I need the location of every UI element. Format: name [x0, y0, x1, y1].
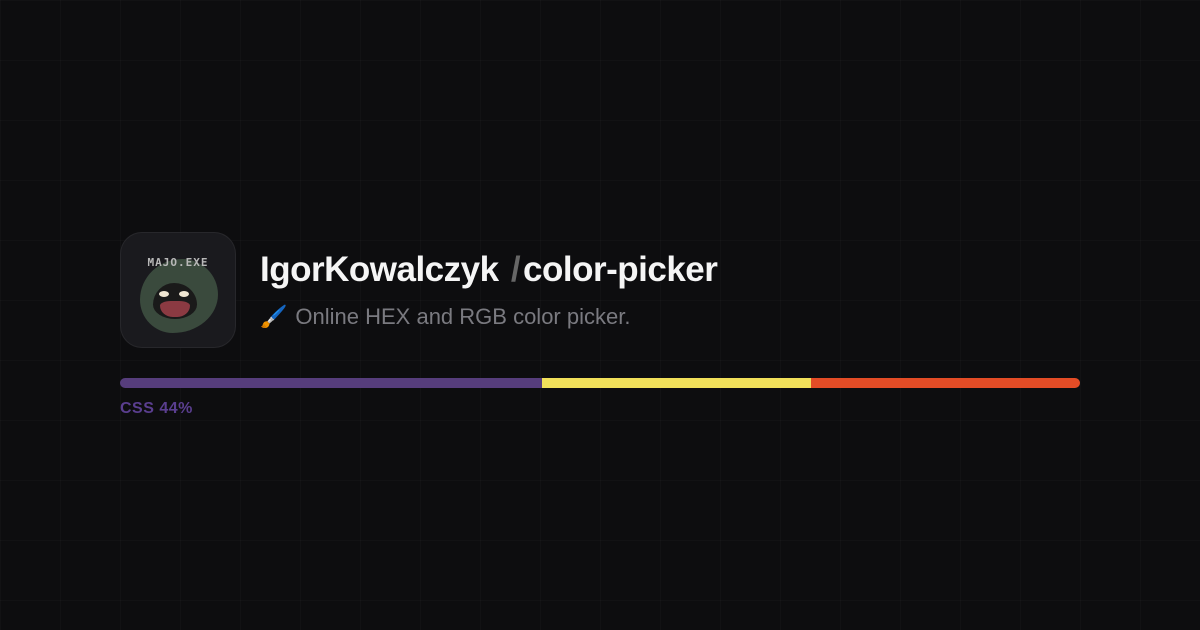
language-segment-javascript [542, 378, 811, 388]
repo-description: 🖌️ Online HEX and RGB color picker. [260, 304, 717, 330]
language-segment-css [120, 378, 542, 388]
repo-title: IgorKowalczyk /color-picker [260, 250, 717, 290]
repo-description-text: Online HEX and RGB color picker. [295, 304, 630, 330]
avatar: MAJO.EXE [120, 232, 236, 348]
header-row: MAJO.EXE IgorKowalczyk /color-picker 🖌️ … [120, 232, 1080, 348]
paintbrush-icon: 🖌️ [260, 306, 287, 328]
repo-name: color-picker [523, 250, 717, 289]
repo-owner: IgorKowalczyk [260, 250, 499, 289]
repo-separator: / [511, 250, 520, 289]
avatar-illustration: MAJO.EXE [121, 233, 235, 347]
avatar-eye-left [159, 291, 169, 297]
language-bar-section: CSS 44% [120, 378, 1080, 418]
avatar-label: MAJO.EXE [148, 256, 209, 269]
language-segment-html [811, 378, 1080, 388]
primary-language-label: CSS 44% [120, 400, 1080, 418]
repo-card: MAJO.EXE IgorKowalczyk /color-picker 🖌️ … [0, 0, 1200, 418]
avatar-eye-right [179, 291, 189, 297]
title-block: IgorKowalczyk /color-picker 🖌️ Online HE… [260, 250, 717, 330]
language-bar [120, 378, 1080, 388]
